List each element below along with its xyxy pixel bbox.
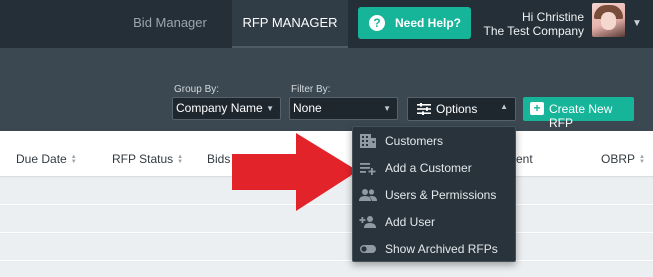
table-row[interactable]: [0, 234, 653, 261]
sort-icon: ▲ ▼: [70, 153, 77, 165]
menu-item-label: Show Archived RFPs: [385, 242, 498, 256]
sliders-icon: [417, 103, 431, 115]
avatar[interactable]: [592, 3, 625, 37]
menu-item-add-user[interactable]: Add User: [353, 209, 515, 235]
group-by-value: Company Name: [176, 101, 263, 115]
rfp-manager-page: Bid Manager RFP MANAGER ? Need Help? Hi …: [0, 0, 653, 277]
options-label: Options: [436, 102, 478, 116]
column-header-bids[interactable]: Bids: [207, 152, 230, 166]
chevron-up-icon: ▲: [500, 102, 508, 111]
group-by-select[interactable]: Company Name ▼: [172, 97, 281, 120]
create-new-rfp-button[interactable]: + Create New RFP: [523, 97, 634, 130]
tab-bid-manager[interactable]: Bid Manager: [108, 0, 232, 48]
red-arrow-annotation: [232, 133, 358, 211]
top-nav-bar: Bid Manager RFP MANAGER ? Need Help? Hi …: [0, 0, 653, 48]
user-company: The Test Company: [483, 24, 585, 38]
column-header-due-date[interactable]: Due Date ▲ ▼: [16, 152, 77, 166]
menu-item-label: Add User: [385, 215, 436, 229]
group-by-label: Group By:: [174, 84, 220, 95]
question-icon: ?: [369, 15, 385, 31]
menu-item-label: Customers: [385, 134, 444, 148]
chevron-down-icon[interactable]: ▼: [632, 18, 642, 29]
playlist-add-icon: [360, 163, 376, 175]
user-greeting: Hi Christine: [521, 10, 584, 24]
chevron-down-icon: ▼: [266, 104, 274, 113]
menu-item-users-permissions[interactable]: Users & Permissions: [353, 182, 515, 208]
menu-item-customers[interactable]: Customers: [353, 128, 515, 154]
toggle-icon: [360, 245, 376, 253]
need-help-label: Need Help?: [395, 16, 462, 30]
user-menu[interactable]: Hi Christine The Test Company: [484, 10, 585, 38]
need-help-button[interactable]: ? Need Help?: [358, 7, 471, 39]
create-new-rfp-label: Create New RFP: [549, 102, 613, 130]
menu-item-label: Users & Permissions: [385, 188, 497, 202]
options-menu: Customers Add a Customer Users & Permiss…: [352, 126, 516, 262]
filter-by-value: None: [293, 101, 322, 115]
building-icon: [360, 134, 376, 148]
filter-bar: Group By: Company Name ▼ Filter By: None…: [0, 48, 653, 131]
column-header-ent[interactable]: ent: [516, 152, 533, 166]
column-header-obrp[interactable]: OBRP ▲ ▼: [601, 152, 645, 166]
person-add-icon: [359, 216, 376, 228]
sort-icon: ▲ ▼: [177, 153, 184, 165]
column-header-rfp-status[interactable]: RFP Status ▲ ▼: [112, 152, 183, 166]
menu-item-show-archived[interactable]: Show Archived RFPs: [353, 236, 515, 262]
chevron-down-icon: ▼: [383, 104, 391, 113]
table-row[interactable]: [0, 262, 653, 277]
people-icon: [359, 189, 377, 201]
tab-rfp-manager[interactable]: RFP MANAGER: [232, 0, 348, 48]
filter-by-select[interactable]: None ▼: [289, 97, 398, 120]
menu-item-label: Add a Customer: [385, 161, 472, 175]
menu-item-add-customer[interactable]: Add a Customer: [353, 155, 515, 181]
filter-by-label: Filter By:: [291, 84, 331, 95]
sort-icon: ▲ ▼: [639, 153, 645, 165]
options-button[interactable]: Options ▲: [407, 97, 516, 121]
plus-icon: +: [530, 102, 544, 115]
